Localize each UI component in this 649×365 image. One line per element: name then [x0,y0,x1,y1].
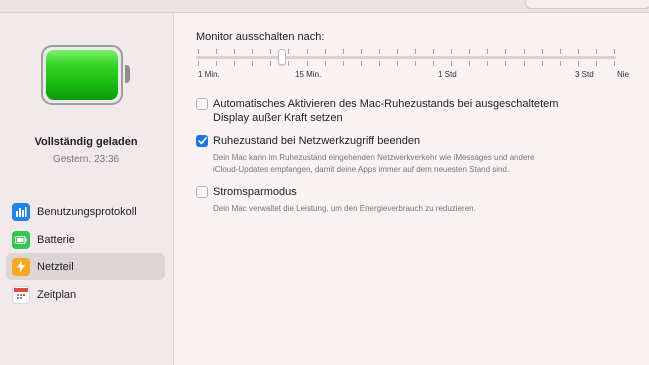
slider-tick [252,61,254,66]
option-label: Ruhezustand bei Netzwerkzugriff beenden [213,135,421,147]
slider-tick [270,49,272,54]
option-label-continued: Display außer Kraft setzen [213,112,343,124]
battery-icon [41,45,131,107]
slider-tick [451,49,453,54]
slider-tick [198,61,199,66]
tick-label: 1 Std [438,70,457,79]
slider-tick [433,49,435,54]
slider-tick [559,61,561,66]
tick-label: 1 Min. [198,70,220,79]
sidebar-item-battery[interactable]: Batterie [6,226,165,253]
sidebar-item-label: Benutzungsprotokoll [37,205,137,218]
slider-tick [324,49,326,54]
slider-tick [342,49,344,54]
slider-tick [595,61,597,66]
slider-tick [433,61,435,66]
slider-tick [288,61,290,66]
override-sleep-option[interactable]: Automatisches Aktivieren des Mac-Ruhezus… [196,97,558,125]
tick-label: Nie [617,70,630,79]
slider-tick [614,49,615,54]
slider-track[interactable] [196,56,616,59]
slider-tick [270,61,272,66]
slider-tick [360,61,362,66]
sidebar-item-label: Netzteil [37,260,74,273]
slider-tick [505,49,507,54]
slider-tick [415,61,417,66]
slider-tick [541,49,543,54]
sidebar-item-power-adapter[interactable]: Netzteil [6,253,165,280]
option-label: Automatisches Aktivieren des Mac-Ruhezus… [213,98,559,110]
slider-tick [234,49,236,54]
slider-tick [469,61,471,66]
wake-network-description: Dein Mac kann im Ruhezustand eingehenden… [213,153,535,174]
display-off-label: Monitor ausschalten nach: [196,31,325,43]
slider-tick [198,49,199,54]
slider-tick [396,49,398,54]
wake-network-option[interactable]: Ruhezustand bei Netzwerkzugriff beenden [196,134,420,148]
battery-status-time: Gestern, 23:36 [52,154,120,165]
slider-tick [396,61,398,66]
slider-tick [306,49,308,54]
slider-tick [469,49,471,54]
window-toolbar [0,0,649,13]
slider-tick [595,49,597,54]
slider-tick [505,61,507,66]
slider-tick [577,61,579,66]
slider-tick [252,49,254,54]
low-power-checkbox[interactable] [196,186,208,198]
slider-tick [487,61,489,66]
slider-tick [541,61,543,66]
option-label: Stromsparmodus [213,186,297,198]
battery-status-title: Vollständig geladen [34,136,138,148]
slider-tick [614,61,615,66]
sidebar-item-label: Batterie [37,233,75,246]
slider-tick [415,49,417,54]
tick-label: 3 Std [575,70,594,79]
slider-thumb[interactable] [278,49,286,65]
slider-tick [523,61,525,66]
slider-tick [378,61,380,66]
sidebar-item-label: Zeitplan [37,288,77,301]
tick-label: 15 Min. [295,70,322,79]
slider-tick [216,61,218,66]
slider-tick [342,61,344,66]
power-adapter-icon [12,257,30,276]
sidebar-item-schedule[interactable]: Zeitplan [6,281,165,308]
sidebar-item-usage[interactable]: Benutzungsprotokoll [6,198,165,225]
low-power-option[interactable]: Stromsparmodus [196,185,297,199]
battery-level-fill [46,50,118,100]
override-sleep-checkbox[interactable] [196,98,208,110]
toolbar-control[interactable] [525,0,649,9]
calendar-icon [12,285,30,304]
slider-tick [577,49,579,54]
slider-tick [288,49,290,54]
slider-tick [216,49,218,54]
slider-tick [234,61,236,66]
display-off-slider[interactable] [196,48,616,68]
checkmark-icon [197,137,207,145]
slider-tick [306,61,308,66]
slider-tick [324,61,326,66]
low-power-description: Dein Mac verwaltet die Leistung, um den … [213,204,476,213]
battery-icon [12,230,30,249]
slider-tick [378,49,380,54]
slider-tick [523,49,525,54]
usage-chart-icon [12,202,30,221]
slider-tick [487,49,489,54]
slider-tick [360,49,362,54]
wake-network-checkbox[interactable] [196,135,208,147]
slider-tick [559,49,561,54]
slider-tick [451,61,453,66]
